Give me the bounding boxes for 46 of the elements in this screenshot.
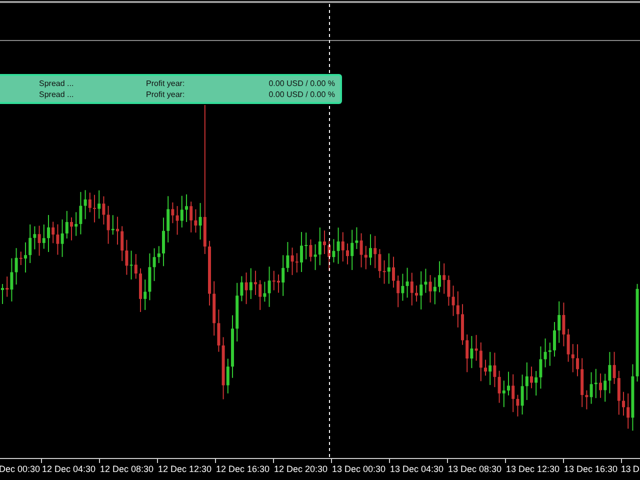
time-axis-label: 13 Dec 00:30 — [331, 464, 387, 474]
candlestick — [599, 373, 602, 398]
candlestick — [231, 314, 234, 378]
candlestick — [553, 321, 556, 358]
candlestick — [576, 344, 579, 377]
candlestick — [1, 284, 4, 304]
candlestick — [415, 285, 418, 302]
candlestick — [369, 234, 372, 266]
profit-value: 0.00 USD / 0.00 % — [268, 79, 335, 88]
candlestick — [461, 304, 464, 346]
time-axis-label: 12 Dec 12:30 — [157, 464, 213, 474]
time-axis-label: 13 Dec 12:30 — [505, 464, 561, 474]
candlestick — [277, 274, 280, 294]
candlestick — [507, 371, 510, 396]
candlestick — [24, 242, 27, 273]
candlestick — [323, 230, 326, 255]
candlestick — [622, 391, 625, 416]
candlestick — [300, 232, 303, 273]
candlestick — [392, 256, 395, 288]
time-axis-label: 13 D — [621, 464, 640, 474]
spread-label: Spread ... — [39, 79, 75, 88]
candlestick — [254, 270, 257, 296]
candlestick — [346, 243, 349, 265]
time-axis-label: 12 Dec 08:30 — [99, 464, 155, 474]
candlestick — [47, 214, 50, 252]
time-axis-label: 12 Dec 04:30 — [41, 464, 97, 474]
candlestick — [116, 216, 119, 246]
candlestick — [139, 268, 142, 312]
candlestick — [93, 194, 96, 223]
candlestick — [484, 359, 487, 376]
candlestick — [208, 240, 211, 306]
time-axis-label: 13 Dec 04:30 — [389, 464, 445, 474]
time-axis-label: Dec 00:30 — [0, 464, 41, 474]
candlestick — [530, 366, 533, 389]
candlestick — [185, 194, 188, 222]
candlestick — [162, 217, 165, 267]
time-axis-label: 12 Dec 16:30 — [215, 464, 271, 474]
time-axis-label: 13 Dec 16:30 — [563, 464, 619, 474]
time-axis-label: 12 Dec 20:30 — [273, 464, 329, 474]
metric-label: Profit year: — [146, 90, 186, 99]
candlestick — [438, 260, 441, 293]
time-axis-label: 13 Dec 08:30 — [447, 464, 503, 474]
candlestick — [70, 216, 73, 241]
metric-label: Profit year: — [146, 79, 186, 88]
spread-label: Spread ... — [39, 90, 75, 99]
profit-value: 0.00 USD / 0.00 % — [268, 90, 335, 99]
